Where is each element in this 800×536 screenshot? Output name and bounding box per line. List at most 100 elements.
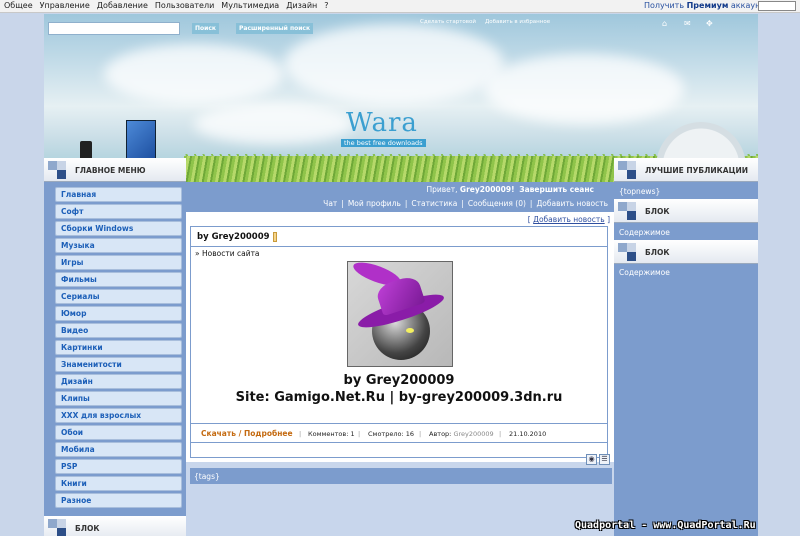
right-block1-title: БЛОК bbox=[645, 207, 670, 216]
download-link[interactable]: Скачать bbox=[201, 429, 236, 438]
add-news-wrapper: [ Добавить новость ] bbox=[528, 215, 610, 224]
post-author: Автор: Grey200009 bbox=[429, 430, 494, 438]
footer-separator: | bbox=[499, 430, 502, 438]
add-favorites-link[interactable]: Добавить в избранное bbox=[485, 19, 550, 25]
menu-item-music[interactable]: Музыка bbox=[55, 238, 182, 253]
bracket-close: ] bbox=[607, 215, 610, 224]
menu-item-software[interactable]: Софт bbox=[55, 204, 182, 219]
greeting-prefix: Привет, bbox=[426, 185, 458, 194]
panel-toggle[interactable] bbox=[758, 1, 796, 11]
more-link[interactable]: Подробнее bbox=[244, 429, 293, 438]
menu-item-wallpapers[interactable]: Обои bbox=[55, 425, 182, 440]
eye-shape bbox=[406, 328, 414, 333]
top-publications-title: ЛУЧШИЕ ПУБЛИКАЦИИ bbox=[645, 166, 749, 175]
windows-box-image bbox=[126, 120, 156, 160]
search-input[interactable] bbox=[48, 22, 180, 35]
menu-item-design[interactable]: Дизайн bbox=[55, 374, 182, 389]
admin-menu-management[interactable]: Управление bbox=[40, 1, 90, 10]
add-news-link[interactable]: Добавить новость bbox=[533, 215, 605, 224]
menu-item-books[interactable]: Книги bbox=[55, 476, 182, 491]
premium-link[interactable]: Получить Премиум аккаунт bbox=[644, 1, 765, 10]
advanced-search-button[interactable]: Расширенный поиск bbox=[236, 23, 314, 34]
main-menu: Главная Софт Сборки Windows Музыка Игры … bbox=[55, 187, 182, 510]
edit-icon[interactable] bbox=[273, 232, 277, 242]
right-block2-content: Содержимое bbox=[619, 268, 670, 277]
main-content: Привет, Grey200009! Завершить сеанс Чат |… bbox=[186, 182, 614, 536]
block-header-icon bbox=[618, 202, 636, 220]
add-news-user-link[interactable]: Добавить новость bbox=[536, 199, 608, 208]
menu-item-psp[interactable]: PSP bbox=[55, 459, 182, 474]
view-icon[interactable]: ◉ bbox=[586, 454, 597, 465]
list-icon[interactable]: ☰ bbox=[599, 454, 610, 465]
admin-bar: Общее Управление Добавление Пользователи… bbox=[0, 0, 800, 13]
watermark: Quadportal - www.QuadPortal.Ru bbox=[575, 520, 756, 531]
statistics-link[interactable]: Статистика bbox=[411, 199, 457, 208]
post-category: » Новости сайта bbox=[195, 249, 260, 258]
home-icon[interactable]: ⌂ bbox=[662, 19, 667, 28]
site-logo[interactable]: Wara bbox=[346, 108, 418, 138]
top-publications-header: ЛУЧШИЕ ПУБЛИКАЦИИ bbox=[614, 158, 758, 182]
menu-item-adult[interactable]: XXX для взрослых bbox=[55, 408, 182, 423]
block-header-icon bbox=[618, 243, 636, 261]
set-homepage-link[interactable]: Сделать стартовой bbox=[420, 19, 476, 25]
author-link[interactable]: Grey200009 bbox=[453, 430, 493, 438]
post-text-line1: by Grey200009 bbox=[343, 373, 455, 388]
admin-menu-design[interactable]: Дизайн bbox=[286, 1, 317, 10]
footer-separator: | bbox=[358, 430, 361, 438]
messages-link[interactable]: Сообщения (0) bbox=[468, 199, 526, 208]
menu-item-video[interactable]: Видео bbox=[55, 323, 182, 338]
cloud-decoration bbox=[194, 104, 354, 144]
greeting-username[interactable]: Grey200009! bbox=[460, 185, 515, 194]
site-tagline: the best free downloads bbox=[341, 139, 426, 147]
menu-item-games[interactable]: Игры bbox=[55, 255, 182, 270]
menu-item-misc[interactable]: Разное bbox=[55, 493, 182, 508]
post-footer: Скачать / Подробнее | Комментов: 1 | Смо… bbox=[191, 423, 607, 443]
footer-separator: | bbox=[419, 430, 422, 438]
mail-icon[interactable]: ✉ bbox=[684, 19, 691, 28]
tags-bar: {tags} bbox=[190, 468, 612, 484]
right-block2-title: БЛОК bbox=[645, 248, 670, 257]
user-bar: Привет, Grey200009! Завершить сеанс Чат |… bbox=[186, 182, 614, 212]
menu-item-movies[interactable]: Фильмы bbox=[55, 272, 182, 287]
admin-menu-general[interactable]: Общее bbox=[4, 1, 33, 10]
admin-menu-users[interactable]: Пользователи bbox=[155, 1, 214, 10]
download-slash: / bbox=[238, 429, 242, 438]
site-header: Поиск Расширенный поиск Сделать стартово… bbox=[44, 14, 758, 182]
author-label: Автор: bbox=[429, 430, 452, 438]
right-sidebar: ЛУЧШИЕ ПУБЛИКАЦИИ {topnews} БЛОК Содержи… bbox=[614, 158, 758, 536]
logout-link[interactable]: Завершить сеанс bbox=[519, 185, 594, 194]
chat-link[interactable]: Чат bbox=[323, 199, 337, 208]
search-button[interactable]: Поиск bbox=[192, 23, 219, 34]
news-post: by Grey200009 » Новости сайта by Grey200… bbox=[190, 226, 608, 458]
admin-menu: Общее Управление Добавление Пользователи… bbox=[4, 1, 329, 10]
menu-item-clips[interactable]: Клипы bbox=[55, 391, 182, 406]
menu-item-home[interactable]: Главная bbox=[55, 187, 182, 202]
cloud-decoration bbox=[104, 44, 284, 104]
block-header-icon bbox=[48, 519, 66, 536]
admin-menu-add[interactable]: Добавление bbox=[97, 1, 148, 10]
cloud-decoration bbox=[484, 54, 684, 124]
comments-count[interactable]: Комментов: 1 bbox=[308, 430, 355, 438]
premium-bold: Премиум bbox=[686, 1, 729, 10]
premium-prefix: Получить bbox=[644, 1, 685, 10]
post-title[interactable]: by Grey200009 bbox=[197, 232, 270, 242]
profile-link[interactable]: Мой профиль bbox=[348, 199, 401, 208]
admin-menu-help[interactable]: ? bbox=[324, 1, 328, 10]
menu-item-series[interactable]: Сериалы bbox=[55, 289, 182, 304]
category-link[interactable]: Новости сайта bbox=[202, 249, 260, 258]
main-menu-header: ГЛАВНОЕ МЕНЮ bbox=[44, 158, 186, 182]
main-menu-title: ГЛАВНОЕ МЕНЮ bbox=[75, 166, 146, 175]
menu-item-windows-builds[interactable]: Сборки Windows bbox=[55, 221, 182, 236]
menu-item-pictures[interactable]: Картинки bbox=[55, 340, 182, 355]
post-text-line2: Site: Gamigo.Net.Ru | by-grey200009.3dn.… bbox=[235, 390, 563, 405]
block-header-icon bbox=[618, 161, 636, 179]
sitemap-icon[interactable]: ✥ bbox=[706, 19, 713, 28]
category-marker: » bbox=[195, 249, 200, 258]
menu-item-humor[interactable]: Юмор bbox=[55, 306, 182, 321]
menu-item-celebrities[interactable]: Знаменитости bbox=[55, 357, 182, 372]
user-links: Чат | Мой профиль | Статистика | Сообщения … bbox=[323, 199, 608, 208]
download-links: Скачать / Подробнее bbox=[201, 429, 293, 438]
admin-menu-multimedia[interactable]: Мультимедиа bbox=[221, 1, 279, 10]
post-title-bar: by Grey200009 bbox=[191, 227, 607, 247]
menu-item-mobile[interactable]: Мобила bbox=[55, 442, 182, 457]
